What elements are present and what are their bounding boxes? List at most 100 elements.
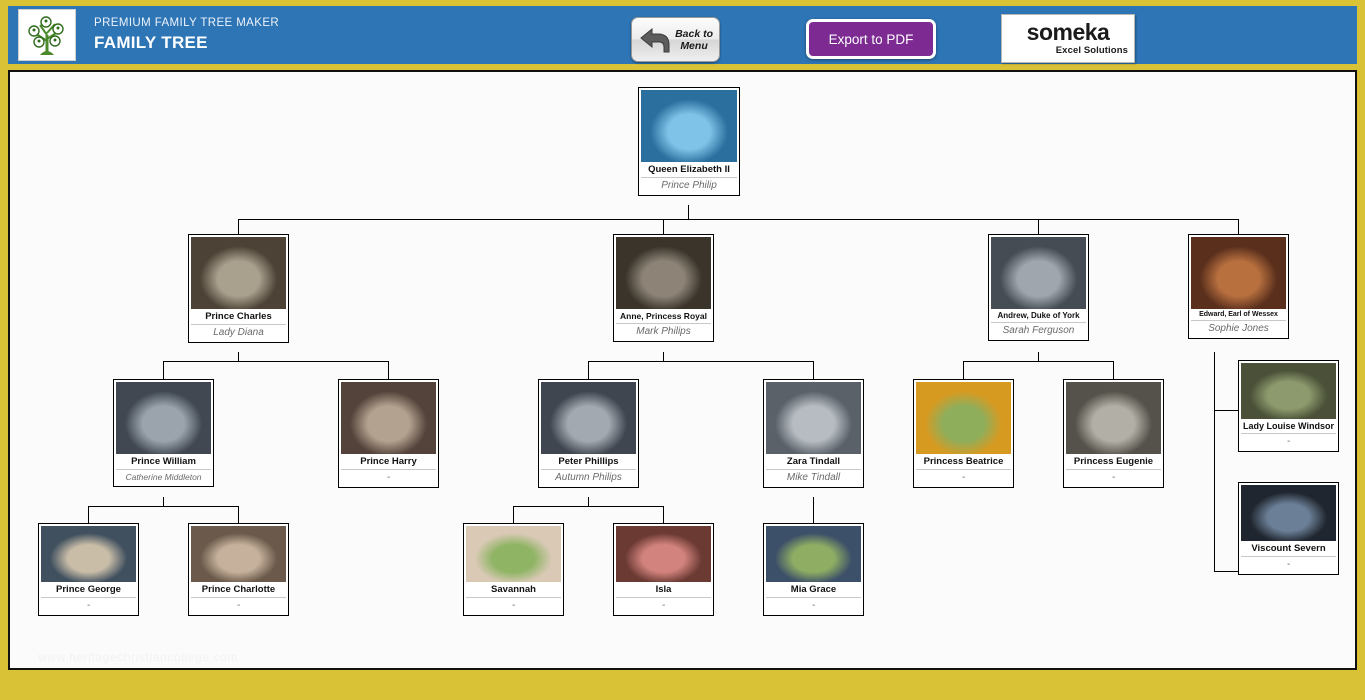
person-spouse: - (341, 469, 436, 485)
person-photo (341, 382, 436, 454)
person-card[interactable]: Edward, Earl of Wessex Sophie Jones (1188, 234, 1289, 339)
person-card[interactable]: Queen Elizabeth II Prince Philip (638, 87, 740, 196)
connector-line (663, 219, 664, 234)
person-card[interactable]: Isla - (613, 523, 714, 616)
person-name: Edward, Earl of Wessex (1191, 309, 1286, 320)
person-name: Peter Phillips (541, 454, 636, 469)
back-arrow-icon (638, 25, 672, 61)
connector-line (963, 361, 1114, 362)
person-photo (466, 526, 561, 582)
app-window: PREMIUM FAMILY TREE MAKER FAMILY TREE Ba… (0, 0, 1365, 700)
person-photo (116, 382, 211, 454)
connector-line (688, 219, 689, 220)
person-spouse: - (766, 597, 861, 613)
person-photo (191, 526, 286, 582)
person-card[interactable]: Princess Eugenie - (1063, 379, 1164, 488)
person-photo (916, 382, 1011, 454)
person-spouse: Prince Philip (641, 177, 737, 193)
connector-line (163, 361, 389, 362)
person-card[interactable]: Savannah - (463, 523, 564, 616)
person-name: Isla (616, 582, 711, 597)
person-spouse: Sophie Jones (1191, 320, 1286, 336)
family-tree-canvas: Queen Elizabeth II Prince Philip Prince Ch… (8, 70, 1357, 670)
person-photo (41, 526, 136, 582)
person-card[interactable]: Prince Harry - (338, 379, 439, 488)
person-card[interactable]: Prince Charlotte - (188, 523, 289, 616)
person-spouse: - (41, 597, 136, 613)
person-name: Lady Louise Windsor (1241, 419, 1336, 433)
person-photo (991, 237, 1086, 309)
person-name: Princess Beatrice (916, 454, 1011, 469)
person-name: Prince Charlotte (191, 582, 286, 597)
person-spouse: - (916, 469, 1011, 485)
person-name: Mia Grace (766, 582, 861, 597)
person-photo (541, 382, 636, 454)
person-photo (1066, 382, 1161, 454)
person-spouse: Autumn Philips (541, 469, 636, 485)
app-subtitle: PREMIUM FAMILY TREE MAKER (94, 17, 280, 29)
person-name: Viscount Severn (1241, 541, 1336, 556)
back-to-menu-label: Back to Menu (675, 27, 713, 52)
person-photo (1241, 485, 1336, 541)
person-spouse: - (466, 597, 561, 613)
connector-line (1038, 219, 1039, 234)
person-card[interactable]: Prince George - (38, 523, 139, 616)
person-card[interactable]: Andrew, Duke of York Sarah Ferguson (988, 234, 1089, 341)
connector-line (663, 352, 664, 361)
person-name: Princess Eugenie (1066, 454, 1161, 469)
connector-line (238, 219, 239, 234)
connector-line (163, 497, 164, 506)
person-card[interactable]: Zara Tindall Mike Tindall (763, 379, 864, 488)
person-name: Queen Elizabeth II (641, 162, 737, 177)
connector-line (238, 352, 239, 361)
person-spouse: Lady Diana (191, 324, 286, 340)
person-photo (616, 526, 711, 582)
person-photo (1191, 237, 1286, 309)
someka-brand-logo[interactable]: someka Excel Solutions (1001, 14, 1135, 63)
connector-line (1238, 219, 1239, 234)
connector-line (588, 497, 589, 506)
connector-line (588, 361, 589, 379)
person-card[interactable]: Prince William Catherine Middleton (113, 379, 214, 487)
person-name: Prince George (41, 582, 136, 597)
person-card[interactable]: Prince Charles Lady Diana (188, 234, 289, 343)
person-spouse: - (191, 597, 286, 613)
person-spouse: Sarah Ferguson (991, 322, 1086, 338)
person-name: Prince Charles (191, 309, 286, 324)
connector-line (813, 497, 814, 523)
person-spouse: Mark Philips (616, 323, 711, 339)
person-spouse: Catherine Middleton (116, 469, 211, 484)
export-to-pdf-button[interactable]: Export to PDF (806, 19, 936, 59)
connector-line (163, 361, 164, 379)
connector-line (1214, 410, 1238, 411)
back-to-menu-button[interactable]: Back to Menu (631, 17, 720, 62)
person-card[interactable]: Peter Phillips Autumn Philips (538, 379, 639, 488)
connector-line (88, 506, 239, 507)
header-title-block: PREMIUM FAMILY TREE MAKER FAMILY TREE (94, 17, 279, 53)
person-name: Prince Harry (341, 454, 436, 469)
connector-line (238, 219, 1239, 220)
person-card[interactable]: Lady Louise Windsor - (1238, 360, 1339, 452)
person-name: Prince William (116, 454, 211, 469)
person-card[interactable]: Viscount Severn - (1238, 482, 1339, 575)
connector-line (513, 506, 514, 523)
person-spouse: - (616, 597, 711, 613)
connector-line (513, 506, 664, 507)
connector-line (1214, 352, 1215, 571)
person-name: Andrew, Duke of York (991, 309, 1086, 322)
person-card[interactable]: Princess Beatrice - (913, 379, 1014, 488)
person-photo (766, 382, 861, 454)
app-header: PREMIUM FAMILY TREE MAKER FAMILY TREE Ba… (8, 6, 1357, 64)
person-card[interactable]: Anne, Princess Royal Mark Philips (613, 234, 714, 342)
someka-wordmark: someka (1026, 19, 1110, 45)
person-photo (191, 237, 286, 309)
someka-tagline: Excel Solutions (1055, 45, 1128, 56)
family-tree-logo (18, 9, 76, 61)
person-card[interactable]: Mia Grace - (763, 523, 864, 616)
connector-line (663, 506, 664, 523)
connector-line (1113, 361, 1114, 379)
connector-line (88, 506, 89, 523)
watermark-text: www.heritagechristiancollege.com (38, 650, 238, 664)
person-spouse: - (1241, 433, 1336, 449)
connector-line (1038, 352, 1039, 361)
